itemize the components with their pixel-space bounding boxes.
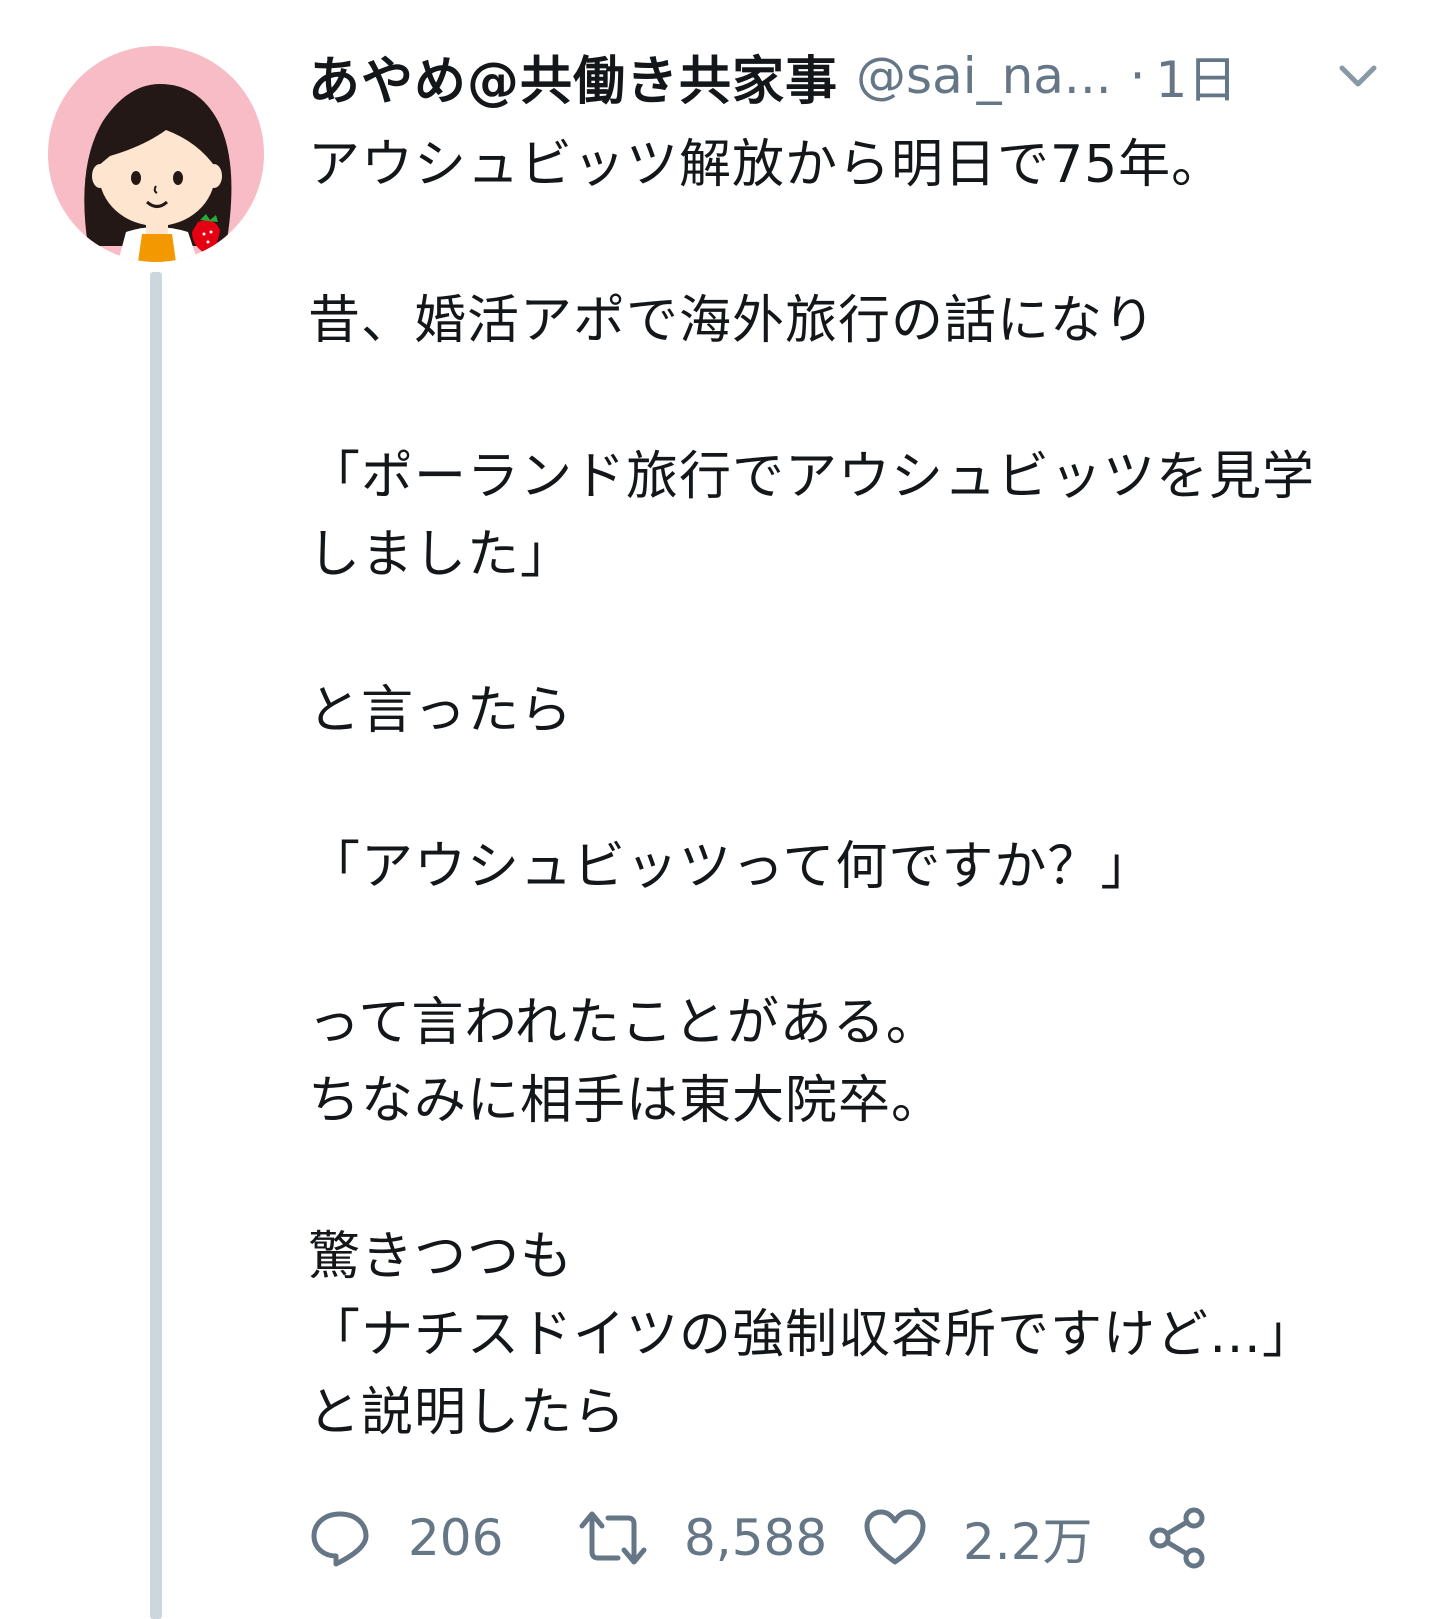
tweet-body: アウシュビッツ解放から明日で75年。 昔、婚活アポで海外旅行の話になり 「ポーラ… (308, 135, 1316, 1443)
reply-button[interactable]: 206 (308, 1506, 578, 1570)
display-name[interactable]: あやめ@共働き共家事 (308, 39, 838, 114)
tweet-header: あやめ@共働き共家事 @sai_na... · 1日 (308, 34, 1408, 118)
share-icon (1146, 1506, 1210, 1570)
heart-icon (863, 1508, 927, 1568)
user-handle[interactable]: @sai_na... (856, 47, 1112, 105)
share-button[interactable] (1146, 1506, 1210, 1570)
avatar-illustration (84, 84, 232, 262)
thread-line (150, 272, 162, 1619)
tweet-actions: 206 8,588 2.2万 (308, 1498, 1210, 1578)
retweet-count: 8,588 (684, 1509, 828, 1567)
like-button[interactable]: 2.2万 (863, 1502, 1146, 1574)
retweet-icon (578, 1506, 648, 1570)
avatar[interactable] (48, 46, 264, 262)
tweet[interactable]: あやめ@共働き共家事 @sai_na... · 1日 アウシュビッツ解放から明日… (308, 34, 1408, 1452)
reply-count: 206 (408, 1509, 504, 1567)
reply-icon (308, 1506, 372, 1570)
tweet-timestamp[interactable]: 1日 (1156, 40, 1238, 112)
chevron-down-icon[interactable] (1336, 56, 1380, 96)
like-count: 2.2万 (963, 1513, 1093, 1571)
retweet-button[interactable]: 8,588 (578, 1506, 863, 1570)
meta-separator: · (1129, 47, 1146, 105)
